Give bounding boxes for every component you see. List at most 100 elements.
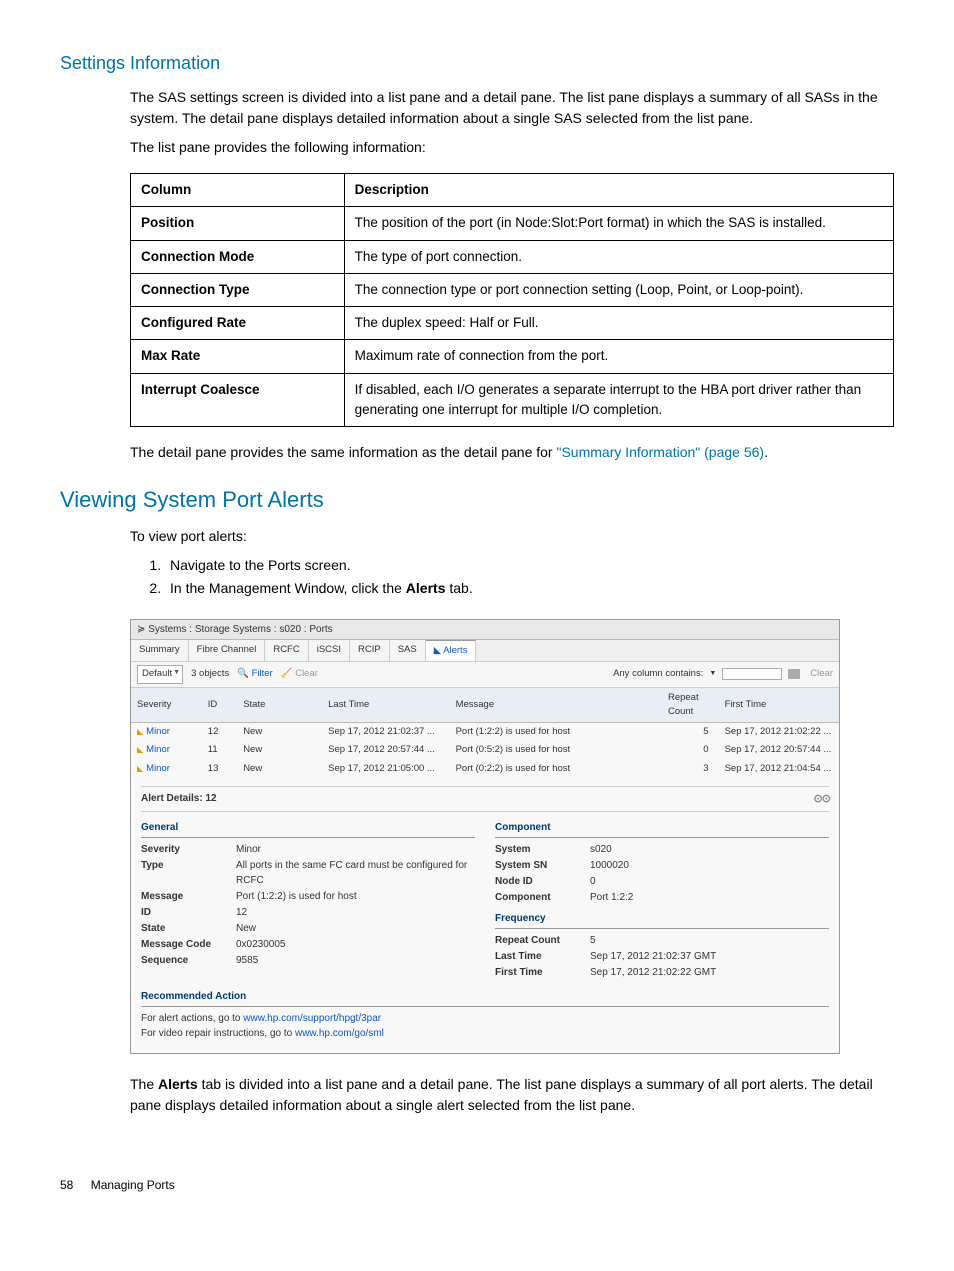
v: 0 [590,874,829,889]
k: First Time [495,965,590,980]
v: Sep 17, 2012 21:02:37 GMT [590,949,829,964]
label: Filter [252,668,273,679]
v: 9585 [236,953,475,968]
general-heading: General [141,820,475,838]
alert-row[interactable]: Minor 13 New Sep 17, 2012 21:05:00 ... P… [131,760,839,778]
general-column: General SeverityMinor TypeAll ports in t… [141,820,475,981]
view-select[interactable]: Default [137,665,183,683]
v: Sep 17, 2012 21:02:22 GMT [590,965,829,980]
tab-summary[interactable]: Summary [131,640,189,661]
cell: Minor [131,741,202,759]
col-state[interactable]: State [237,688,322,723]
breadcrumb-text: Systems : Storage Systems : s020 : Ports [148,624,333,635]
printer-icon[interactable] [788,669,800,679]
viewing-content: To view port alerts: Navigate to the Por… [130,526,894,599]
summary-info-link[interactable]: "Summary Information" (page 56) [556,444,764,460]
col-last-time[interactable]: Last Time [322,688,449,723]
cell: Max Rate [141,348,200,363]
cell: Minor [131,723,202,742]
col-message[interactable]: Message [450,688,662,723]
cell: New [237,741,322,759]
alert-row[interactable]: Minor 12 New Sep 17, 2012 21:02:37 ... P… [131,723,839,742]
footer-label: Managing Ports [91,1178,175,1192]
v: New [236,921,475,936]
cell: Configured Rate [141,315,246,330]
frequency-heading: Frequency [495,911,829,929]
k: Severity [141,842,236,857]
details-title: Alert Details: 12 [141,791,217,808]
v: Port 1:2:2 [590,890,829,905]
k: Repeat Count [495,933,590,948]
steps-list: Navigate to the Ports screen. In the Man… [165,555,894,599]
col-repeat[interactable]: Repeat Count [662,688,719,723]
after-shot-text: The Alerts tab is divided into a list pa… [130,1074,894,1116]
k: Sequence [141,953,236,968]
filter-button[interactable]: 🔍 Filter [237,667,273,681]
k: ID [141,905,236,920]
filter-input[interactable] [722,668,782,680]
cell: Port (0:5:2) is used for host [450,741,662,759]
text: The detail pane provides the same inform… [130,444,556,460]
v: All ports in the same FC card must be co… [236,858,475,888]
cell: Position [141,215,194,230]
tab-fibre-channel[interactable]: Fibre Channel [189,640,266,661]
tab-label: Alerts [443,645,467,656]
tab-bar: Summary Fibre Channel RCFC iSCSI RCIP SA… [131,640,839,662]
cell: 11 [202,741,237,759]
cell: 12 [202,723,237,742]
k: Component [495,890,590,905]
k: System SN [495,858,590,873]
cell: 5 [662,723,719,742]
table-row: Max RateMaximum rate of connection from … [131,340,894,373]
page-number: 58 [60,1176,73,1194]
k: System [495,842,590,857]
th-column: Column [131,174,345,207]
rec-line-1: For alert actions, go to www.hp.com/supp… [141,1011,829,1026]
k: Type [141,858,236,888]
table-row: Interrupt CoalesceIf disabled, each I/O … [131,373,894,427]
cell: 3 [662,760,719,778]
cell: Sep 17, 2012 21:02:22 ... [719,723,839,742]
table-row: Configured RateThe duplex speed: Half or… [131,307,894,340]
text: The [130,1076,158,1092]
v: Minor [236,842,475,857]
cell: Connection Mode [141,249,254,264]
text: tab is divided into a list pane and a de… [130,1076,873,1113]
tab-rcip[interactable]: RCIP [350,640,390,661]
v: 0x0230005 [236,937,475,952]
k: Message Code [141,937,236,952]
alerts-description: The Alerts tab is divided into a list pa… [130,1074,894,1116]
toolbar: Default 3 objects 🔍 Filter 🧹 Clear Any c… [131,662,839,687]
k: Last Time [495,949,590,964]
tab-rcfc[interactable]: RCFC [265,640,308,661]
col-id[interactable]: ID [202,688,237,723]
col-first-time[interactable]: First Time [719,688,839,723]
tab-iscsi[interactable]: iSCSI [309,640,350,661]
alerts-screenshot: ≽ Systems : Storage Systems : s020 : Por… [130,619,840,1054]
rec-link-1[interactable]: www.hp.com/support/hpgt/3par [243,1013,381,1024]
k: Node ID [495,874,590,889]
col-severity[interactable]: Severity [131,688,202,723]
cell: The connection type or port connection s… [344,273,893,306]
component-heading: Component [495,820,829,838]
settings-p1: The SAS settings screen is divided into … [130,87,894,129]
clear-filter-button[interactable]: Clear [810,667,833,681]
breadcrumb: ≽ Systems : Storage Systems : s020 : Por… [131,620,839,640]
object-count: 3 objects [191,667,229,681]
clear-button[interactable]: 🧹 Clear [281,667,318,681]
text: In the Management Window, click the [170,580,406,596]
details-header: Alert Details: 12 ⊙ ⊙ [141,786,829,813]
page-footer: 58 Managing Ports [60,1176,894,1194]
cell: Sep 17, 2012 20:57:44 ... [322,741,449,759]
tab-alerts[interactable]: ◣ Alerts [426,640,477,661]
any-column-label: Any column contains: [613,667,703,681]
tab-sas[interactable]: SAS [390,640,426,661]
rec-link-2[interactable]: www.hp.com/go/sml [295,1028,384,1039]
alert-row[interactable]: Minor 11 New Sep 17, 2012 20:57:44 ... P… [131,741,839,759]
label: Clear [295,668,318,679]
collapse-expand-icon[interactable]: ⊙ ⊙ [814,791,830,808]
v: 5 [590,933,829,948]
v: Port (1:2:2) is used for host [236,889,475,904]
settings-p3: The detail pane provides the same inform… [130,442,894,463]
text: For video repair instructions, go to [141,1028,295,1039]
